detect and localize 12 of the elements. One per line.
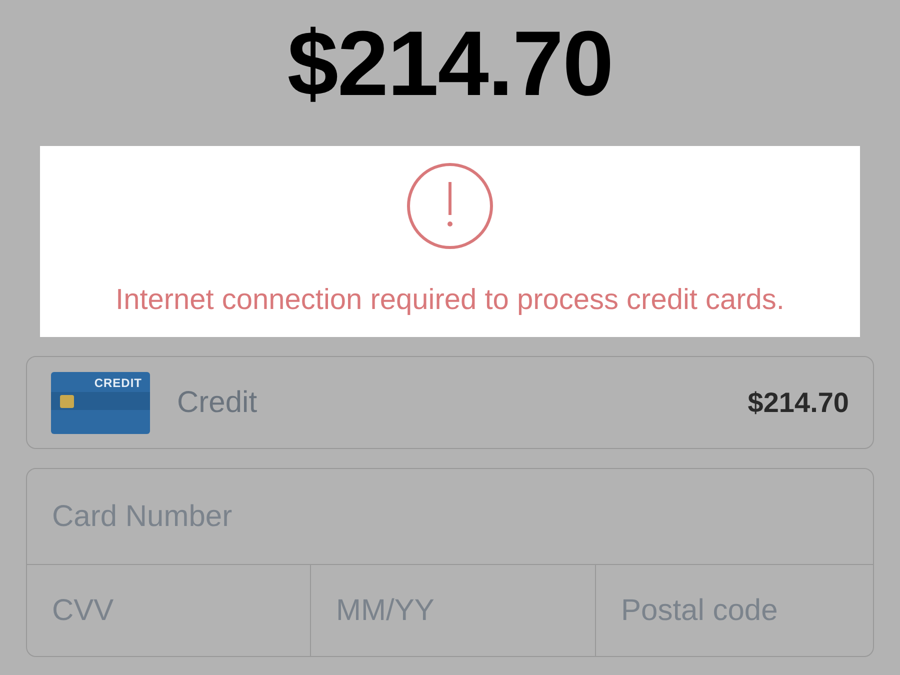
card-detail-field[interactable]: MM/YY	[311, 565, 595, 656]
payment-method-name: Credit	[177, 386, 258, 420]
alert-message: Internet connection required to process credit cards.	[116, 284, 784, 317]
card-form[interactable]: Card Number CVV MM/YY Postal code	[26, 468, 874, 657]
payment-method-row[interactable]: CREDIT Credit $214.70	[26, 356, 874, 449]
card-label: CREDIT	[94, 376, 142, 390]
card-detail-field[interactable]: CVV	[27, 565, 310, 656]
card-number-field[interactable]: Card Number	[27, 469, 873, 564]
chip-icon	[60, 394, 74, 408]
alert-icon	[406, 162, 494, 250]
payment-amount: $214.70	[748, 386, 849, 418]
total-amount: $214.70	[287, 14, 613, 114]
